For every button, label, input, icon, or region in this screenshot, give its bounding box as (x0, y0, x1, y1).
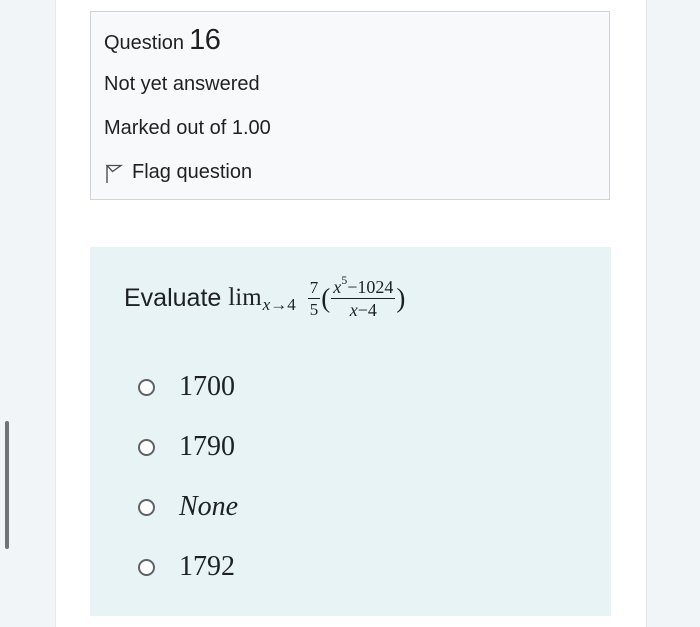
numerator-exponent: 5 (341, 272, 348, 287)
limit-arrow: → (270, 295, 288, 314)
coefficient-bar (307, 297, 321, 299)
coefficient-numerator: 7 (309, 277, 319, 297)
main-numerator: x5−1024 (331, 274, 395, 297)
answer-label[interactable]: 1700 (179, 371, 235, 403)
question-text: Evaluate lim x→4 7 5 ( x5−1024 x−4 ) (124, 273, 406, 323)
answer-option[interactable]: 1792 (138, 547, 235, 587)
question-content: Evaluate lim x→4 7 5 ( x5−1024 x−4 ) 170… (90, 247, 611, 616)
coefficient-fraction: 7 5 (307, 277, 321, 319)
question-number: 16 (189, 24, 221, 56)
numerator-rest: −1024 (347, 276, 394, 297)
denominator-rest: −4 (357, 299, 377, 320)
limit-operator: lim (228, 284, 262, 311)
answer-option[interactable]: None (138, 487, 238, 527)
question-state: Not yet answered (104, 73, 260, 95)
main-denominator: x−4 (348, 301, 379, 319)
answer-label[interactable]: 1790 (179, 431, 235, 463)
answer-option[interactable]: 1700 (138, 367, 235, 407)
coefficient-denominator: 5 (309, 299, 319, 319)
denominator-variable: x (349, 299, 358, 320)
close-paren: ) (396, 282, 406, 313)
answer-label[interactable]: None (179, 491, 238, 523)
radio-button[interactable] (138, 498, 155, 516)
flag-question-label: Flag question (132, 161, 253, 183)
radio-button[interactable] (138, 558, 155, 576)
flag-icon (104, 164, 124, 184)
question-grade: Marked out of 1.00 (104, 117, 271, 139)
flag-question-link[interactable]: Flag question (104, 159, 252, 185)
main-fraction: x5−1024 x−4 (331, 274, 396, 319)
question-info-box: Question 16 Not yet answered Marked out o… (90, 11, 610, 200)
numerator-base: x (333, 276, 342, 297)
answer-label[interactable]: 1792 (179, 551, 235, 583)
question-prefix: Evaluate (124, 283, 222, 312)
question-title: Question 16 (104, 24, 221, 57)
scroll-indicator[interactable] (5, 421, 9, 549)
open-paren: ( (321, 282, 331, 313)
limit-subscript: x→4 (263, 295, 296, 315)
radio-button[interactable] (138, 378, 155, 396)
question-word: Question (104, 32, 185, 54)
radio-button[interactable] (138, 438, 155, 456)
answer-option[interactable]: 1790 (138, 427, 235, 467)
question-formula: lim x→4 7 5 ( x5−1024 x−4 ) (228, 274, 406, 319)
limit-target: 4 (287, 295, 296, 314)
main-fraction-bar (331, 297, 396, 299)
